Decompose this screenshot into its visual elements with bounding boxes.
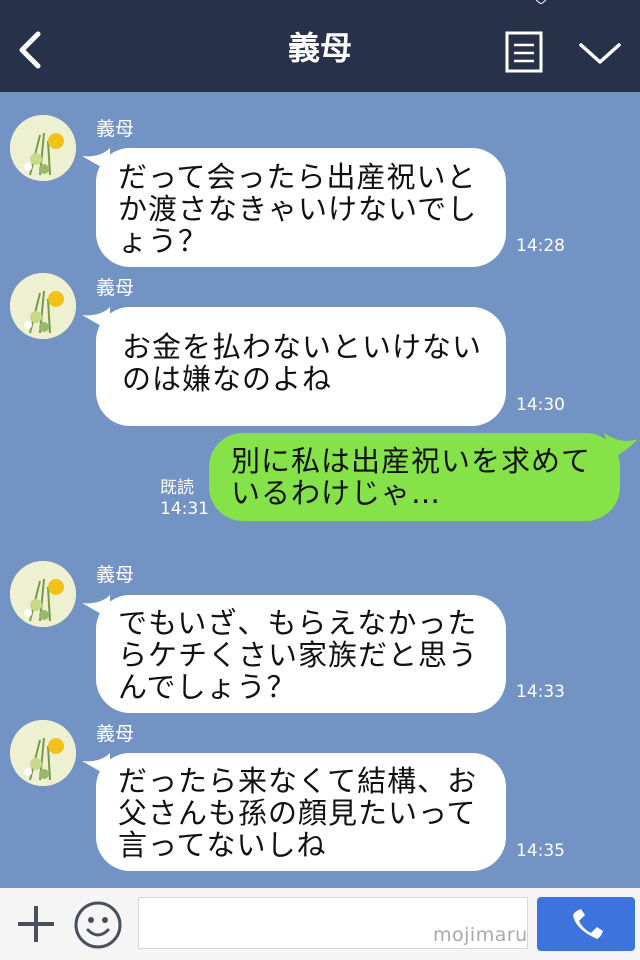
call-button[interactable] (537, 897, 635, 951)
avatar[interactable] (10, 115, 76, 181)
chat-header: 義母 (0, 0, 640, 92)
status-notch-icon (536, 0, 546, 4)
chat-area[interactable]: 義母 だって会ったら出産祝いと か渡さなきゃいけないでし ょう？ 14:28 義… (0, 92, 640, 888)
chat-title: 義母 (287, 29, 352, 67)
phone-icon (573, 909, 603, 939)
sender-name: 義母 (96, 564, 135, 586)
message-time: 14:28 (516, 236, 565, 256)
flower-avatar-icon (10, 273, 76, 339)
flower-avatar-icon (10, 561, 76, 627)
flower-avatar-icon (10, 720, 76, 786)
message-time: 14:33 (516, 682, 565, 702)
plus-icon[interactable] (14, 902, 58, 946)
avatar[interactable] (10, 561, 76, 627)
message-text: だったら来なくて結構、お 父さんも孫の顔見たいって 言ってないしね (118, 764, 478, 862)
message-text: でもいざ、もらえなかった らケチくさい家族だと思う んでしょう？ (118, 606, 479, 704)
chevron-down-icon[interactable] (578, 40, 622, 68)
message-bubble-incoming[interactable]: でもいざ、もらえなかった らケチくさい家族だと思う んでしょう？ (96, 595, 506, 713)
message-text: 別に私は出産祝いを求めて いるわけじゃ… (231, 444, 592, 510)
message-time: 14:30 (516, 395, 565, 415)
note-list-icon[interactable] (505, 31, 543, 73)
watermark-text: mojimaru (433, 924, 528, 946)
message-bubble-outgoing[interactable]: 別に私は出産祝いを求めて いるわけじゃ… (209, 433, 620, 521)
sender-name: 義母 (96, 277, 135, 299)
sender-name: 義母 (96, 723, 135, 745)
avatar[interactable] (10, 720, 76, 786)
message-text: だって会ったら出産祝いと か渡さなきゃいけないでし ょう？ (118, 160, 478, 258)
flower-avatar-icon (10, 115, 76, 181)
message-time: 14:31 (160, 499, 209, 519)
read-status: 既読 (160, 478, 194, 498)
avatar[interactable] (10, 273, 76, 339)
message-bubble-incoming[interactable]: だって会ったら出産祝いと か渡さなきゃいけないでし ょう？ (96, 148, 506, 267)
message-text: お金を払わないといけない のは嫌なのよね (122, 330, 483, 396)
message-time: 14:35 (516, 841, 565, 861)
message-bubble-incoming[interactable]: お金を払わないといけない のは嫌なのよね (96, 307, 506, 426)
smiley-icon[interactable] (73, 900, 123, 950)
message-bubble-incoming[interactable]: だったら来なくて結構、お 父さんも孫の顔見たいって 言ってないしね (96, 753, 506, 871)
sender-name: 義母 (96, 118, 135, 140)
